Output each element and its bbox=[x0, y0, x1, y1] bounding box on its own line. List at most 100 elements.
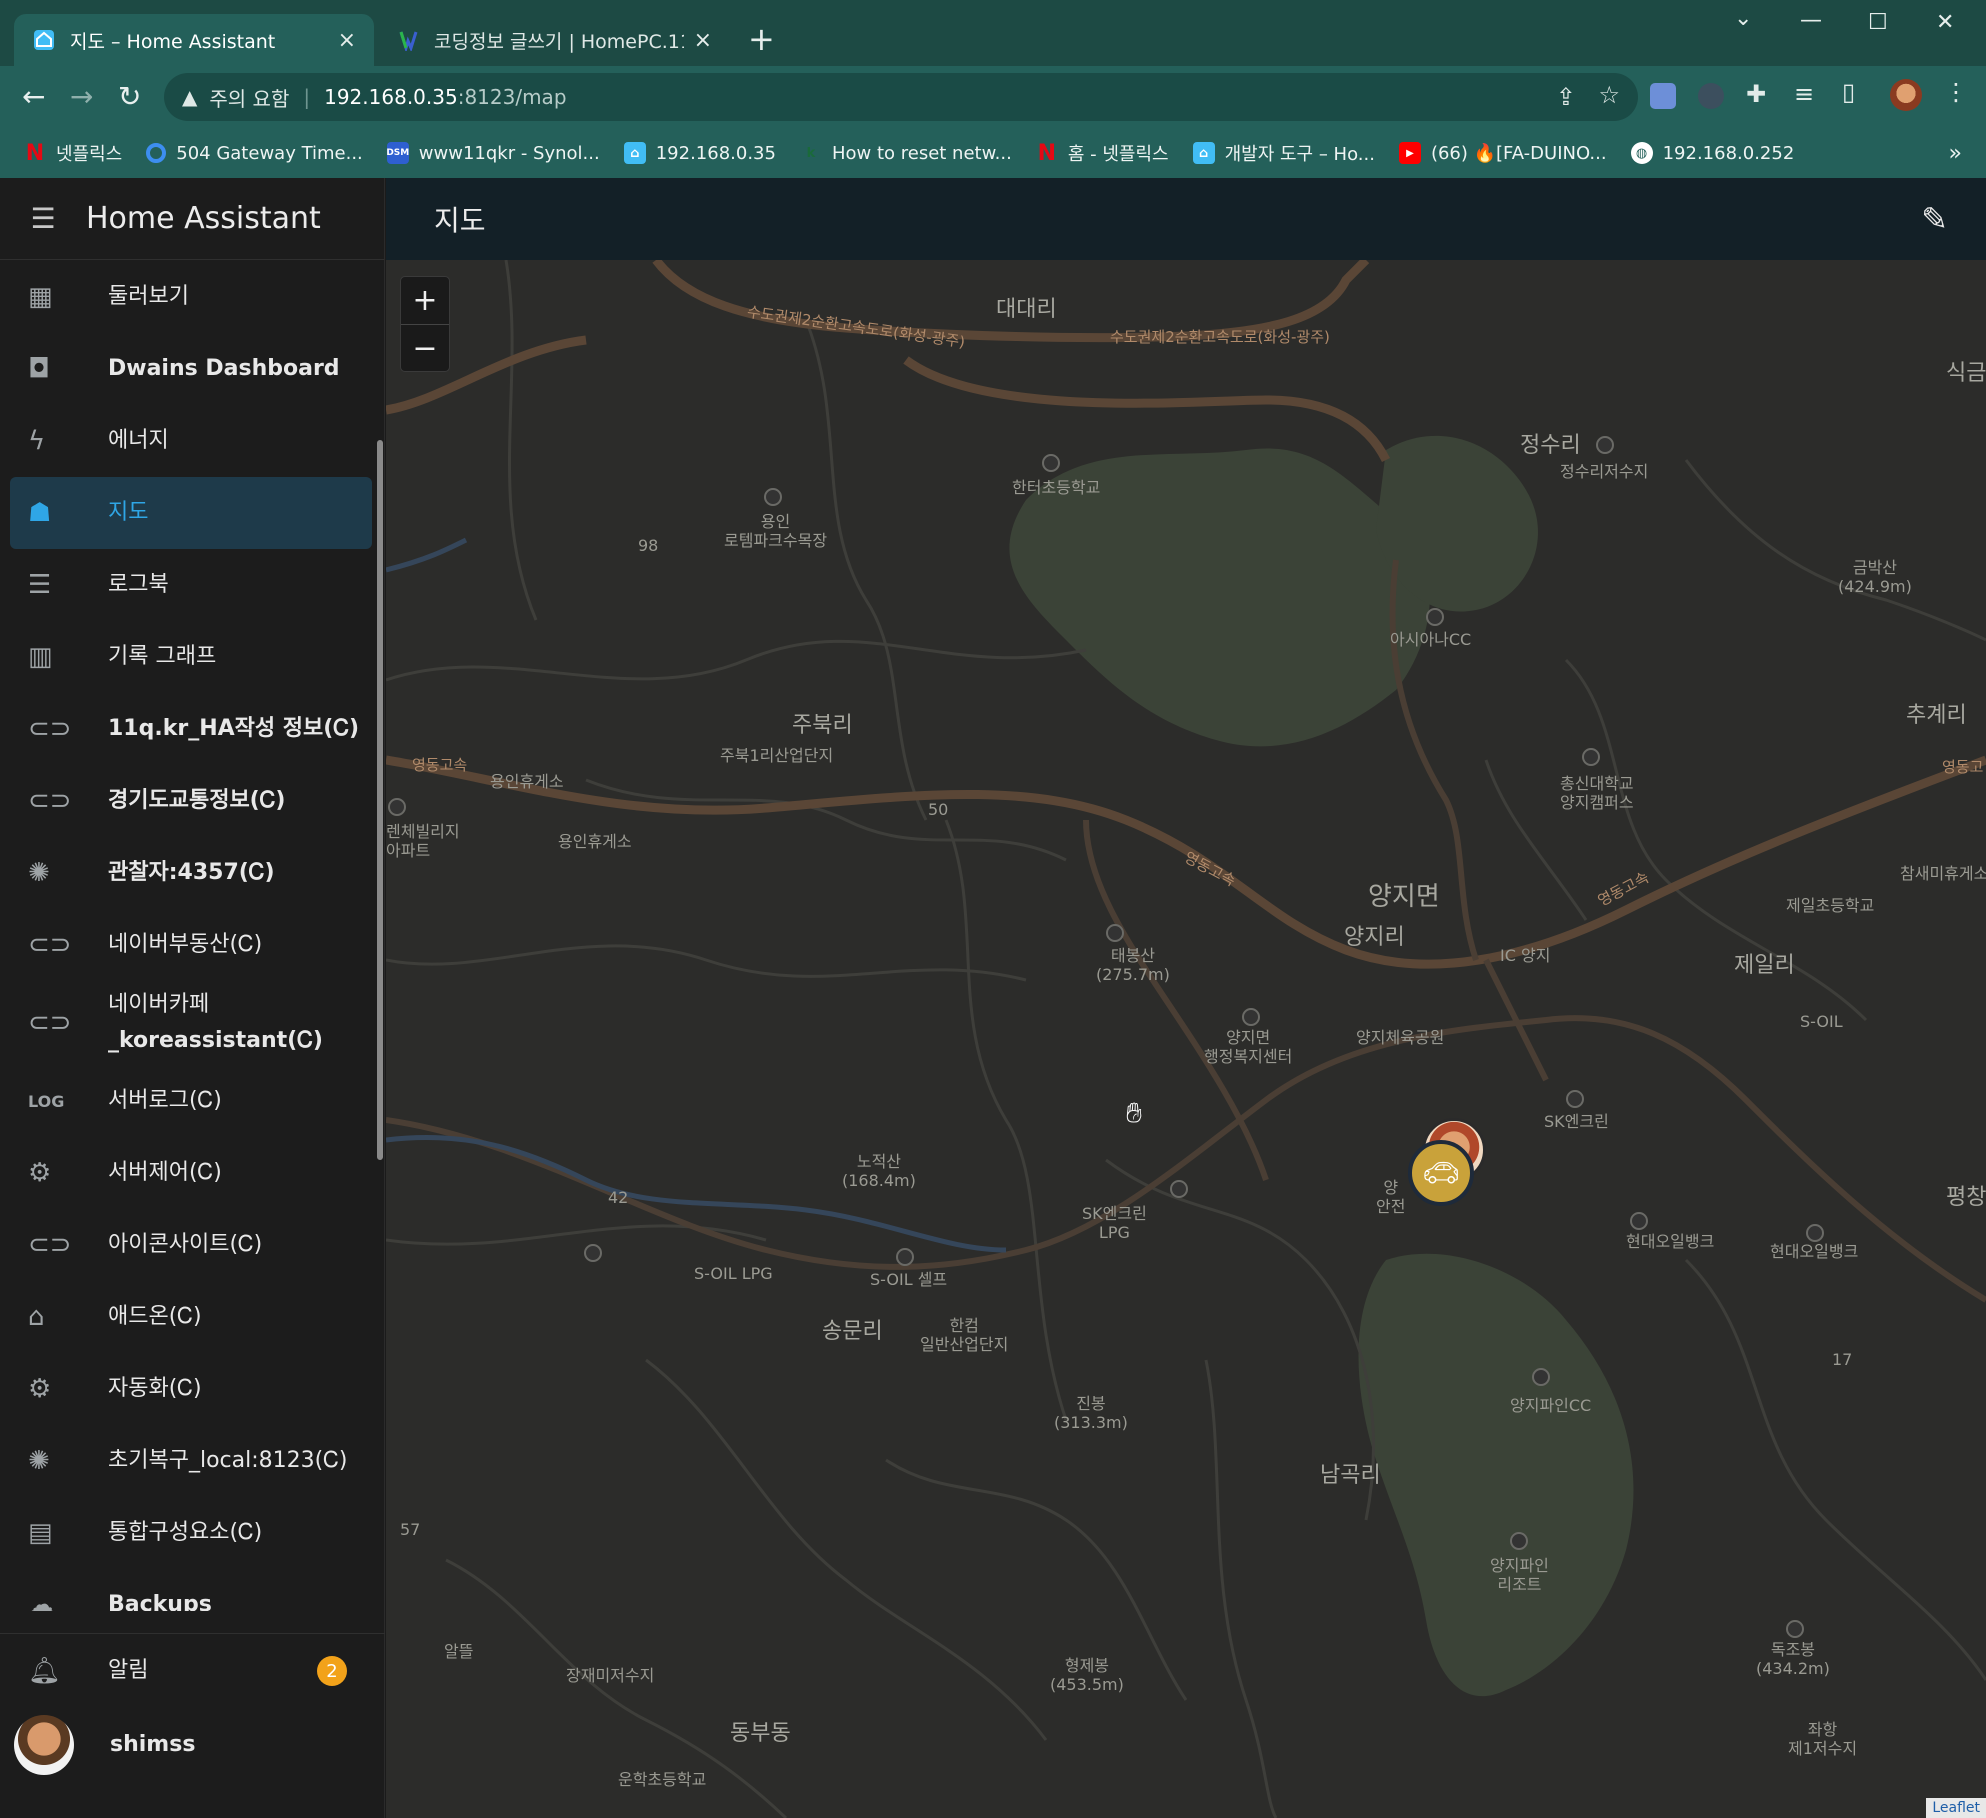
cog-icon: ⚙ bbox=[28, 1374, 52, 1404]
map-label: 추계리 bbox=[1906, 703, 1967, 728]
map-label: 50 bbox=[928, 800, 949, 819]
bookmark-252[interactable]: ◍ 192.168.0.252 bbox=[1630, 142, 1794, 164]
bookmark-netflix[interactable]: N 넷플릭스 bbox=[24, 140, 122, 166]
sidebar-item-naver-realestate[interactable]: ⊂⊃ 네이버부동산(Ꮯ) bbox=[10, 909, 372, 981]
map-label: S-OIL LPG bbox=[694, 1264, 773, 1283]
google-translate-icon[interactable] bbox=[1650, 83, 1676, 109]
map-label: SK엔크린 LPG bbox=[1082, 1204, 1147, 1242]
tab-home-assistant-map[interactable]: 지도 – Home Assistant × bbox=[14, 14, 374, 66]
grab-cursor-icon: ✋︎ bbox=[1126, 1096, 1142, 1129]
menu-collapse-icon[interactable]: ☰ bbox=[0, 202, 86, 235]
sidebar-item-energy[interactable]: ϟ 에너지 bbox=[10, 405, 372, 477]
tab-close-icon[interactable]: × bbox=[694, 28, 712, 53]
sidebar-item-map[interactable]: ☗ 지도 bbox=[10, 477, 372, 549]
sidebar-item-label: 네이버부동산(Ꮯ) bbox=[108, 932, 263, 957]
sidebar-item-naver-cafe[interactable]: ⊂⊃ 네이버카페 _koreassistant(Ꮯ) bbox=[10, 981, 372, 1065]
bookmark-ha-35[interactable]: ⌂ 192.168.0.35 bbox=[623, 142, 776, 164]
address-separator: | bbox=[303, 85, 311, 109]
side-panel-icon[interactable]: ▯ bbox=[1842, 78, 1855, 106]
tab-coding-info[interactable]: 코딩정보 글쓰기 | HomePC.11q. × bbox=[378, 14, 730, 66]
map-label: 양지파인 리조트 bbox=[1490, 1556, 1549, 1594]
poi-marker bbox=[1806, 1224, 1824, 1242]
bookmark-youtube[interactable]: ▶ (66) 🔥[FA-DUINO... bbox=[1398, 142, 1607, 164]
bookmark-dev-tools[interactable]: ⌂ 개발자 도구 – Ho... bbox=[1192, 140, 1375, 166]
media-queue-icon[interactable]: ≡ bbox=[1794, 80, 1814, 108]
map-label: 금박산 (424.9m) bbox=[1838, 558, 1912, 596]
cloud-icon: ☁ bbox=[28, 1590, 54, 1611]
sidebar-item-backups[interactable]: ☁ Backups bbox=[10, 1569, 372, 1611]
profile-avatar-icon[interactable] bbox=[1890, 79, 1922, 111]
forward-button[interactable]: → bbox=[70, 80, 93, 113]
bookmark-synology[interactable]: DSM www11qkr - Synol... bbox=[386, 142, 600, 164]
map-label: 영동고속 bbox=[412, 756, 468, 774]
avatar bbox=[14, 1715, 74, 1775]
sidebar-item-integrations[interactable]: ▤ 통합구성요소(Ꮯ) bbox=[10, 1497, 372, 1569]
poi-marker bbox=[1582, 748, 1600, 766]
maximize-button[interactable]: ☐ bbox=[1868, 10, 1888, 35]
sidebar-item-history[interactable]: ▥ 기록 그래프 bbox=[10, 621, 372, 693]
sidebar-scrollbar[interactable] bbox=[377, 440, 383, 1160]
bookmark-gateway[interactable]: 504 Gateway Time... bbox=[146, 143, 363, 164]
address-bar[interactable]: ▲ 주의 요함 | 192.168.0.35:8123/map ⇪ ☆ bbox=[164, 73, 1638, 121]
map-label: 아시아나CC bbox=[1390, 630, 1472, 649]
tab-search-icon[interactable]: ⌄ bbox=[1734, 6, 1752, 31]
sidebar-item-label: 둘러보기 bbox=[108, 284, 189, 309]
poi-marker bbox=[1510, 1532, 1528, 1550]
tab-close-icon[interactable]: × bbox=[338, 28, 356, 53]
sidebar-item-user[interactable]: shimss bbox=[10, 1708, 377, 1782]
sidebar-item-label: 애드온(Ꮯ) bbox=[108, 1304, 202, 1329]
globe-icon: ◍ bbox=[1630, 142, 1653, 164]
new-tab-button[interactable]: + bbox=[748, 20, 775, 58]
dashboard-icon: ▦ bbox=[28, 282, 53, 312]
map-label: 동부동 bbox=[730, 1721, 791, 1746]
zoom-out-button[interactable]: − bbox=[401, 324, 449, 371]
sidebar-item-addons[interactable]: ⌂ 애드온(Ꮯ) bbox=[10, 1281, 372, 1353]
sidebar-item-gyeonggi-traffic[interactable]: ⊂⊃ 경기도교통정보(Ꮯ) bbox=[10, 765, 372, 837]
back-button[interactable]: ← bbox=[22, 80, 45, 113]
car-marker[interactable]: 🚗︎ bbox=[1408, 1140, 1474, 1206]
attribution-link[interactable]: Leaflet bbox=[1926, 1798, 1986, 1818]
share-icon[interactable]: ⇪ bbox=[1556, 83, 1576, 111]
map-view[interactable]: + − 대대리 수도권제2순환고속도로(화성-광주) 수도권제2순환고속도로(화… bbox=[386, 260, 1986, 1818]
sidebar-item-overview[interactable]: ▦ 둘러보기 bbox=[10, 261, 372, 333]
sidebar-item-11q-info[interactable]: ⊂⊃ 11q.kr_HA작성 정보(Ꮯ) bbox=[10, 693, 372, 765]
sidebar-item-logbook[interactable]: ☰ 로그북 bbox=[10, 549, 372, 621]
sidebar-item-server-log[interactable]: LOG 서버로그(Ꮯ) bbox=[10, 1065, 372, 1137]
bulb-icon: ✺ bbox=[28, 858, 50, 888]
bookmark-star-icon[interactable]: ☆ bbox=[1598, 81, 1620, 109]
pencil-icon[interactable]: ✎ bbox=[1921, 200, 1948, 238]
map-label: 렌체빌리지 아파트 bbox=[386, 822, 460, 860]
sidebar-item-label: 기록 그래프 bbox=[108, 644, 217, 669]
cursor-extension-icon[interactable] bbox=[1698, 83, 1724, 109]
poi-marker bbox=[1042, 454, 1060, 472]
poi-marker bbox=[1786, 1620, 1804, 1638]
poi-marker bbox=[584, 1244, 602, 1262]
minimize-button[interactable]: — bbox=[1800, 8, 1822, 33]
sidebar-footer: 🔔︎ 알림 2 shimss bbox=[0, 1633, 385, 1782]
reload-button[interactable]: ↻ bbox=[118, 80, 141, 113]
close-window-button[interactable]: ✕ bbox=[1936, 10, 1954, 35]
browser-menu-icon[interactable]: ⋮ bbox=[1944, 78, 1968, 106]
extensions-puzzle-icon[interactable]: ✚ bbox=[1746, 80, 1766, 108]
sidebar-item-label: Backups bbox=[108, 1592, 212, 1611]
sidebar-item-recovery[interactable]: ✺ 초기복구_local:8123(Ꮯ) bbox=[10, 1425, 372, 1497]
sidebar-item-notifications[interactable]: 🔔︎ 알림 2 bbox=[10, 1634, 377, 1708]
bookmark-netflix-home[interactable]: N 홈 - 넷플릭스 bbox=[1036, 140, 1169, 166]
sidebar-item-server-control[interactable]: ⚙ 서버제어(Ꮯ) bbox=[10, 1137, 372, 1209]
chart-icon: ▥ bbox=[28, 642, 53, 672]
map-label: 용인휴게소 bbox=[490, 772, 564, 791]
bookmark-label: 넷플릭스 bbox=[56, 144, 123, 165]
sidebar-item-observer[interactable]: ✺ 관찰자:4357(Ꮯ) bbox=[10, 837, 372, 909]
zoom-in-button[interactable]: + bbox=[401, 277, 449, 324]
map-label: 용인 로템파크수목장 bbox=[724, 512, 828, 550]
sidebar-item-dwains-dashboard[interactable]: ◘ Dwains Dashboard bbox=[10, 333, 372, 405]
bookmarks-overflow-button[interactable]: » bbox=[1949, 141, 1962, 166]
sidebar-item-automation[interactable]: ⚙ 자동화(Ꮯ) bbox=[10, 1353, 372, 1425]
map-label: 독조봉 (434.2m) bbox=[1756, 1640, 1830, 1678]
bulb-icon: ✺ bbox=[28, 1446, 50, 1476]
sidebar-item-icon-site[interactable]: ⊂⊃ 아이콘사이트(Ꮯ) bbox=[10, 1209, 372, 1281]
bookmark-reset-network[interactable]: k How to reset netw... bbox=[800, 142, 1012, 164]
map-label: 주북1리산업단지 bbox=[720, 746, 834, 765]
d-box-icon: ◘ bbox=[28, 354, 50, 384]
map-label: 좌항 제1저수지 bbox=[1788, 1720, 1858, 1758]
